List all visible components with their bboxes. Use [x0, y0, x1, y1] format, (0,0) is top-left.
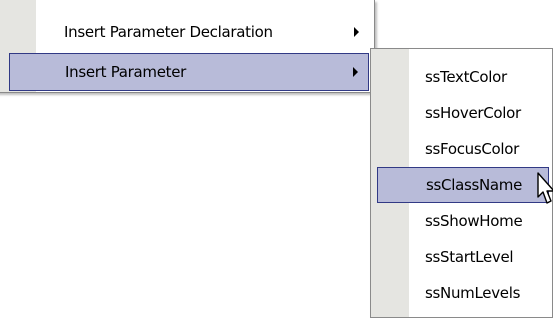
submenu-item-ssnumlevels[interactable]: ssNumLevels: [377, 275, 549, 311]
submenu-item-ssstartlevel[interactable]: ssStartLevel: [377, 239, 549, 275]
menu-item-label: Insert Parameter Declaration: [64, 23, 273, 41]
submenu-item-sshovercolor[interactable]: ssHoverColor: [377, 95, 549, 131]
menu-item-label: ssFocusColor: [425, 140, 520, 158]
menu-item-label: Insert Parameter: [65, 63, 187, 81]
submenu-item-ssfocuscolor[interactable]: ssFocusColor: [377, 131, 549, 167]
menu-item-label: ssHoverColor: [425, 104, 521, 122]
menu-item-label: ssClassName: [426, 176, 523, 194]
submenu-arrow-icon: [354, 27, 359, 37]
menu-item-insert-parameter-declaration[interactable]: Insert Parameter Declaration: [9, 13, 369, 51]
menu-item-label: ssTextColor: [425, 68, 507, 86]
submenu-item-ssclassname[interactable]: ssClassName: [377, 167, 549, 203]
submenu-item-ssshowhome[interactable]: ssShowHome: [377, 203, 549, 239]
menu-item-insert-parameter[interactable]: Insert Parameter: [9, 53, 369, 91]
submenu-item-sstextcolor[interactable]: ssTextColor: [377, 59, 549, 95]
menu-item-label: ssNumLevels: [425, 284, 521, 302]
menu-item-label: ssStartLevel: [425, 248, 514, 266]
insert-parameter-submenu: ssTextColor ssHoverColor ssFocusColor ss…: [370, 48, 553, 318]
arrow-cursor-icon: [537, 172, 553, 204]
parent-context-menu: Insert Parameter Declaration Insert Para…: [0, 0, 375, 93]
submenu-arrow-icon: [353, 67, 358, 77]
menu-item-label: ssShowHome: [425, 212, 523, 230]
